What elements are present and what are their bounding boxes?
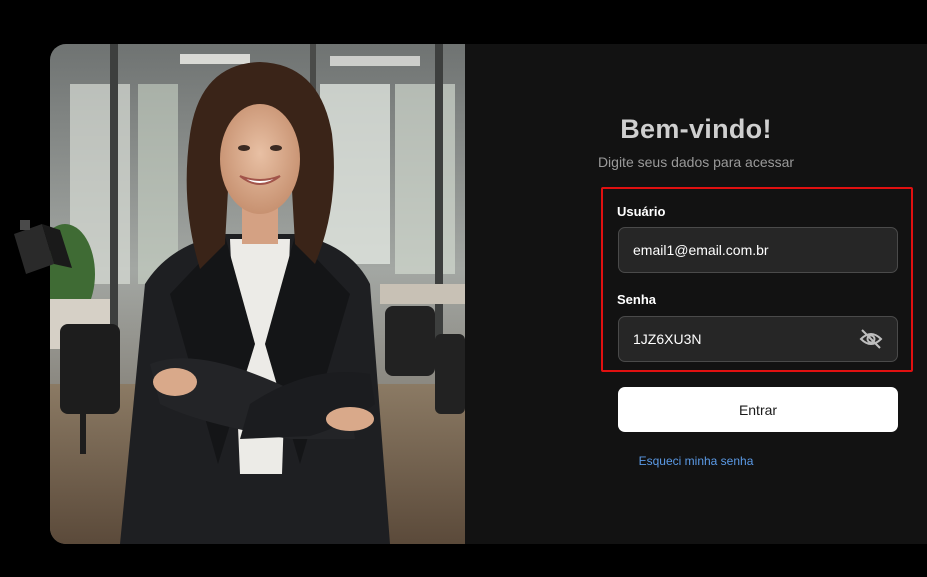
office-woman-illustration bbox=[50, 44, 465, 544]
username-label: Usuário bbox=[617, 204, 666, 219]
hero-photo bbox=[50, 44, 465, 544]
password-input[interactable] bbox=[618, 316, 898, 362]
forgot-password-link[interactable]: Esqueci minha senha bbox=[465, 454, 927, 468]
password-label: Senha bbox=[617, 292, 657, 307]
decorative-cube bbox=[14, 220, 72, 274]
page-title: Bem-vindo! bbox=[620, 114, 772, 144]
login-card: Bem-vindo! Digite seus dados para acessa… bbox=[50, 44, 927, 544]
submit-button[interactable]: Entrar bbox=[618, 387, 898, 432]
page-subtitle: Digite seus dados para acessar bbox=[597, 154, 795, 170]
eye-off-icon[interactable] bbox=[858, 328, 884, 350]
username-input[interactable] bbox=[618, 227, 898, 273]
login-form-panel: Bem-vindo! Digite seus dados para acessa… bbox=[465, 44, 927, 544]
